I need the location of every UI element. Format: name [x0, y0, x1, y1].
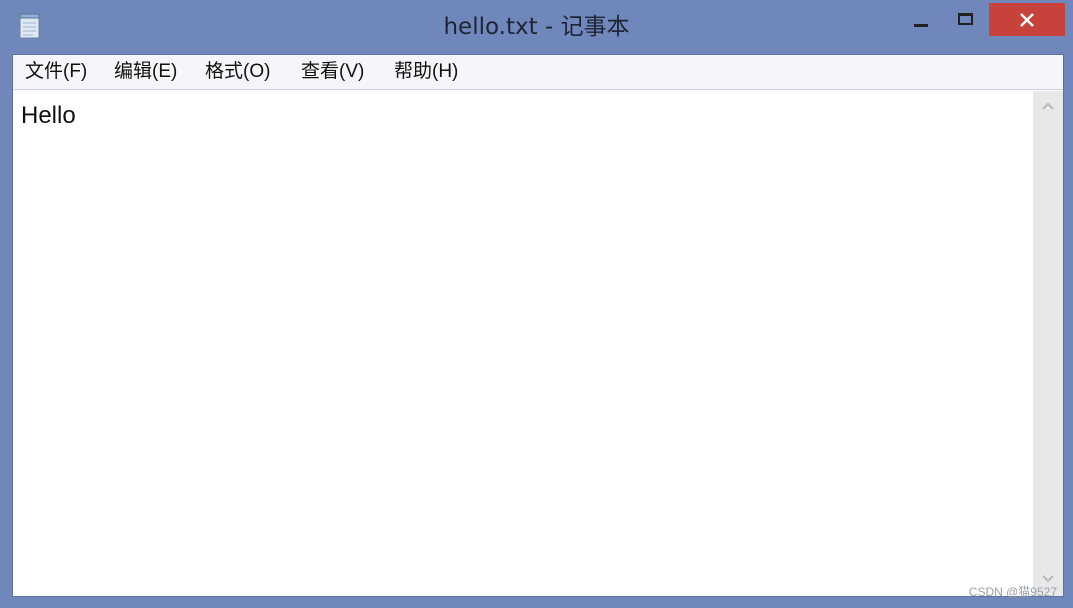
- editor-content[interactable]: Hello: [21, 101, 76, 131]
- menu-help[interactable]: 帮助(H): [394, 55, 458, 89]
- minimize-button[interactable]: [900, 2, 942, 36]
- menu-bar: 文件(F) 编辑(E) 格式(O) 查看(V) 帮助(H): [13, 55, 1063, 90]
- menu-format[interactable]: 格式(O): [205, 55, 270, 89]
- maximize-button[interactable]: [944, 2, 986, 36]
- vertical-scrollbar[interactable]: [1033, 91, 1063, 596]
- notepad-window: hello.txt - 记事本 文件(F) 编辑(E) 格式(O) 查看(V) …: [0, 0, 1073, 608]
- client-area: 文件(F) 编辑(E) 格式(O) 查看(V) 帮助(H) Hello: [12, 54, 1064, 597]
- chevron-up-icon: [1042, 102, 1054, 110]
- menu-edit[interactable]: 编辑(E): [114, 55, 177, 89]
- menu-file[interactable]: 文件(F): [25, 55, 87, 89]
- text-editor[interactable]: Hello: [13, 91, 1033, 596]
- close-icon: [1020, 13, 1034, 27]
- maximize-icon: [958, 13, 973, 25]
- scroll-up-button[interactable]: [1033, 95, 1063, 119]
- close-button[interactable]: [989, 3, 1065, 36]
- minimize-icon: [914, 24, 928, 27]
- title-bar[interactable]: hello.txt - 记事本: [0, 0, 1073, 54]
- menu-view[interactable]: 查看(V): [301, 55, 364, 89]
- watermark: CSDN @猫9527: [968, 585, 1057, 599]
